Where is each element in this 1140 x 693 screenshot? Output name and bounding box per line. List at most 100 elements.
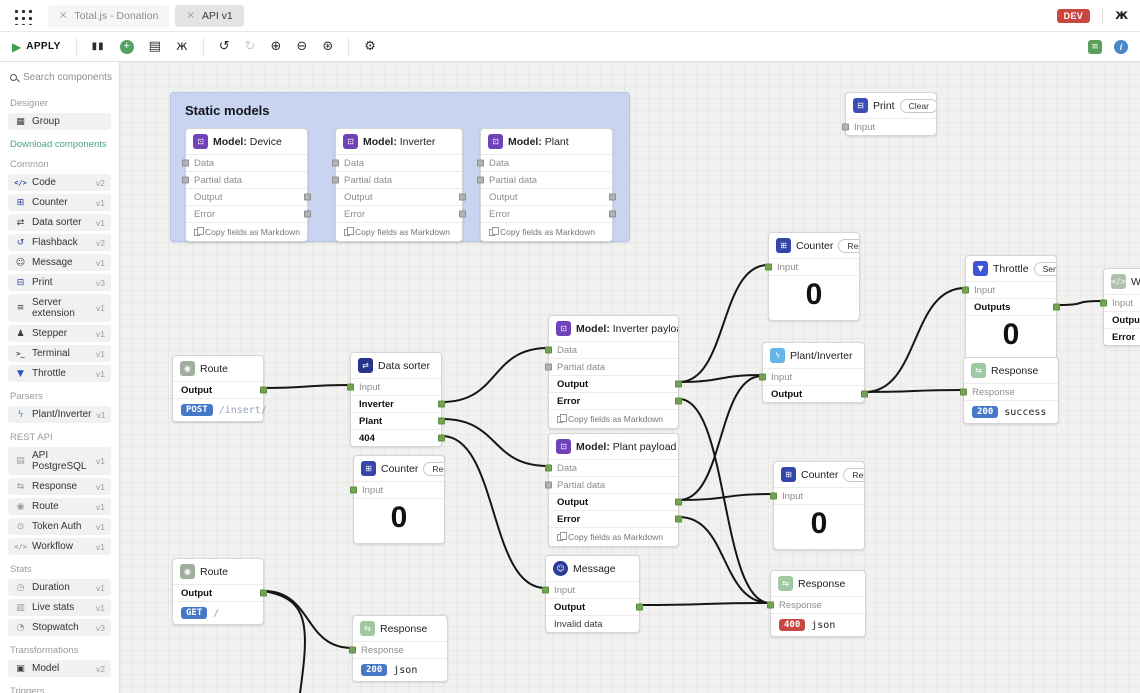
sidebar-item-duration[interactable]: ◷Durationv1 [8,579,111,596]
input-port[interactable] [767,602,774,609]
output-port[interactable] [459,211,466,218]
log-icon[interactable]: ≡ [1088,40,1102,54]
sidebar-item-group[interactable]: ▦Group [8,113,111,130]
flow-canvas[interactable]: Static models⊡Model: DeviceDataPartial d… [120,62,1140,693]
node-model-plant[interactable]: ⊡Model: PlantDataPartial dataOutputError… [480,128,613,242]
wire[interactable] [264,385,350,388]
wire[interactable] [865,288,965,392]
output-port[interactable] [675,516,682,523]
node-workflow[interactable]: </>WorkflowInputOutputError [1103,268,1140,346]
clipboard-button[interactable]: ▤ [149,40,161,53]
node-model-inverter-payload[interactable]: ⊡Model: Inverter payloadDataPartial data… [548,315,679,429]
input-port[interactable] [182,177,189,184]
reset-button[interactable]: Reset [843,468,864,482]
zoom-reset-button[interactable]: ⊛ [322,40,333,53]
wire[interactable] [679,399,770,603]
output-port[interactable] [459,194,466,201]
input-port[interactable] [759,374,766,381]
sidebar-item-stopwatch[interactable]: ◔Stopwatchv3 [8,619,111,636]
output-port[interactable] [675,398,682,405]
copy-fields-link[interactable]: Copy fields as Markdown [549,409,678,428]
wire[interactable] [640,603,770,605]
output-port[interactable] [304,194,311,201]
sidebar-item-code[interactable]: </>Codev2 [8,174,111,191]
node-counter-2[interactable]: ⊞CounterResetInput0 [353,455,445,544]
input-port[interactable] [545,465,552,472]
sidebar-item-terminal[interactable]: >_Terminalv1 [8,345,111,362]
bug-icon[interactable]: ж [1115,8,1128,23]
output-port[interactable] [675,381,682,388]
settings-gear-button[interactable]: ⚙ [364,40,376,53]
reset-button[interactable]: Reset [423,462,444,476]
output-port[interactable] [609,194,616,201]
input-port[interactable] [962,287,969,294]
node-route-post[interactable]: ◉RouteOutputPOST/insert/ [172,355,264,422]
wire[interactable] [442,436,545,588]
input-port[interactable] [765,264,772,271]
output-port[interactable] [438,401,445,408]
input-port[interactable] [545,364,552,371]
wire[interactable] [865,390,963,392]
input-port[interactable] [347,384,354,391]
copy-fields-link[interactable]: Copy fields as Markdown [336,222,462,241]
clear-button[interactable]: Clear [900,99,936,113]
node-response-400[interactable]: ⇆ResponseResponse400json [770,570,866,637]
sidebar-item-server-extension[interactable]: ≡Server extensionv1 [8,294,111,322]
wire[interactable] [442,348,548,402]
wire[interactable] [1057,301,1103,305]
info-icon[interactable]: i [1114,40,1128,54]
node-data-sorter[interactable]: ⇄Data sorterInputInverterPlant404 [350,352,442,447]
sidebar-item-flashback[interactable]: ↺Flashbackv2 [8,234,111,251]
input-port[interactable] [770,493,777,500]
output-port[interactable] [675,499,682,506]
tab-totaljs-donation[interactable]: × Total.js - Donation [48,5,169,27]
debug-button[interactable]: ж [176,40,188,53]
node-route-get[interactable]: ◉RouteOutputGET/ [172,558,264,625]
input-port[interactable] [182,160,189,167]
input-port[interactable] [477,177,484,184]
output-port[interactable] [438,435,445,442]
zoom-out-button[interactable]: ⊖ [296,40,307,53]
input-port[interactable] [332,160,339,167]
output-port[interactable] [260,590,267,597]
sidebar-item-token-auth[interactable]: ⊙Token Authv1 [8,518,111,535]
output-port[interactable] [304,211,311,218]
node-message[interactable]: ☺MessageInputOutputInvalid data [545,555,640,633]
input-port[interactable] [350,487,357,494]
redo-button[interactable]: ↻ [245,40,256,53]
sidebar-item-live-stats[interactable]: ▥Live statsv1 [8,599,111,616]
sidebar-item-api-postgresql[interactable]: ▤API PostgreSQLv1 [8,447,111,475]
sidebar-item-workflow[interactable]: </>Workflowv1 [8,538,111,555]
search-input[interactable] [23,72,113,83]
input-port[interactable] [349,647,356,654]
node-model-plant-payload[interactable]: ⊡Model: Plant payloadDataPartial dataOut… [548,433,679,547]
input-port[interactable] [542,587,549,594]
node-model-inverter[interactable]: ⊡Model: InverterDataPartial dataOutputEr… [335,128,463,242]
sidebar-item-print[interactable]: ⊟Printv3 [8,274,111,291]
sidebar-item-counter[interactable]: ⊞Counterv1 [8,194,111,211]
copy-fields-link[interactable]: Copy fields as Markdown [549,527,678,546]
sidebar-item-model[interactable]: ▣Modelv2 [8,660,111,677]
close-icon[interactable]: × [59,10,67,21]
zoom-in-button[interactable]: ⊕ [271,40,282,53]
apply-button[interactable]: ▶ APPLY [12,41,61,53]
input-port[interactable] [545,347,552,354]
wire[interactable] [679,517,770,603]
close-icon[interactable]: × [186,10,194,21]
undo-button[interactable]: ↺ [219,40,230,53]
sidebar-item-throttle[interactable]: ▼Throttlev1 [8,365,111,382]
add-component-button[interactable]: + [120,40,134,54]
node-print[interactable]: ⊟PrintClearInput [845,92,937,136]
tab-api-v1[interactable]: × API v1 [175,5,243,27]
sidebar-item-message[interactable]: ☺Messagev1 [8,254,111,271]
input-port[interactable] [477,160,484,167]
sidebar-item-route[interactable]: ◉Routev1 [8,498,111,515]
apps-grid-icon[interactable] [12,7,32,25]
input-port[interactable] [842,124,849,131]
output-port[interactable] [1053,304,1060,311]
node-plant-inverter[interactable]: ϟPlant/InverterInputOutput [762,342,865,403]
output-port[interactable] [438,418,445,425]
input-port[interactable] [1100,300,1107,307]
wire[interactable] [679,265,768,382]
node-counter-1[interactable]: ⊞CounterResetInput0 [768,232,860,321]
